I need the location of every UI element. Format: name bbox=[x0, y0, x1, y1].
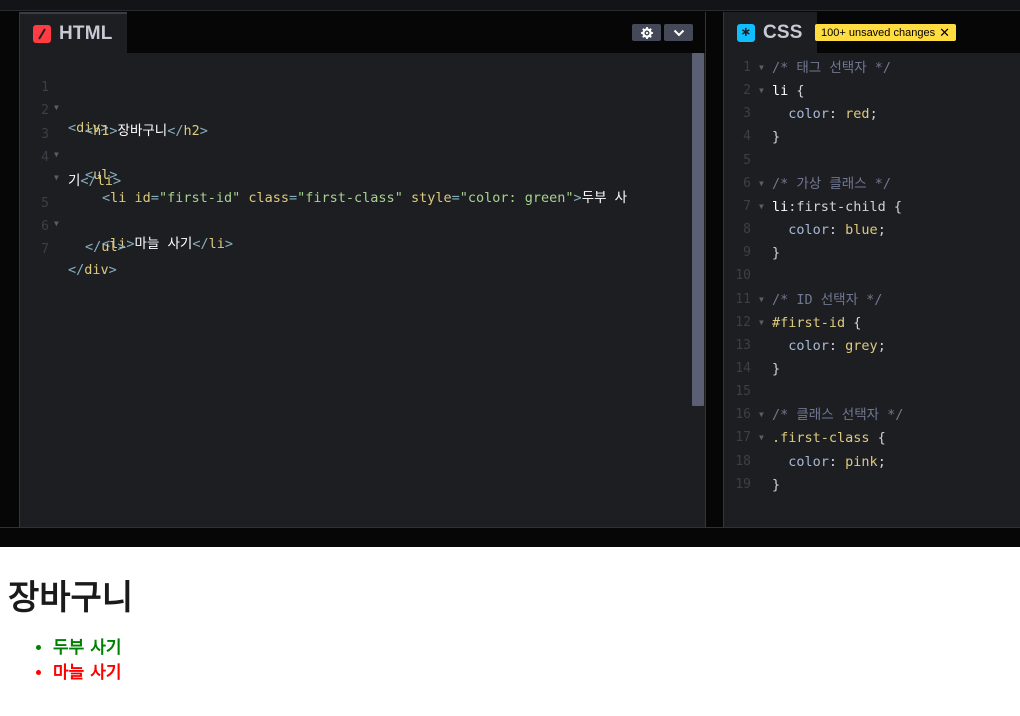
html-code-editor[interactable]: 1 ▼ <div> 2 <h1>장바구니</h2> 3 ▼ <ul> 4 ▼ <… bbox=[20, 53, 705, 527]
css-tab[interactable]: ∗ CSS bbox=[724, 12, 817, 53]
code-text: } bbox=[772, 360, 781, 377]
fold-arrow-icon[interactable]: ▼ bbox=[759, 405, 764, 425]
collapse-button[interactable] bbox=[664, 24, 693, 41]
line-number: 11 bbox=[735, 291, 751, 307]
code-text: /* 가상 클래스 */ bbox=[772, 175, 891, 192]
code-text: .first-class { bbox=[772, 430, 886, 447]
code-text: } bbox=[772, 476, 781, 493]
fold-arrow-icon[interactable]: ▼ bbox=[759, 174, 764, 194]
html-pane-controls bbox=[632, 24, 693, 41]
line-number: 12 bbox=[735, 314, 751, 330]
html-editor-pane: HTML 1 ▼ <div> 2 <h1>장바구니</h2> 3 ▼ <ul> … bbox=[19, 12, 705, 527]
html-pane-header: HTML bbox=[20, 12, 705, 53]
settings-button[interactable] bbox=[632, 24, 661, 41]
line-number: 8 bbox=[743, 222, 751, 238]
code-text: li:first-child { bbox=[772, 198, 903, 215]
html-tab[interactable]: HTML bbox=[20, 12, 127, 53]
fold-arrow-icon[interactable]: ▼ bbox=[759, 81, 764, 101]
code-line: 4 ▼ <li id="first-id" class="first-class… bbox=[20, 128, 627, 206]
line-number: 5 bbox=[743, 152, 751, 168]
line-number: 10 bbox=[735, 268, 751, 284]
line-number: 14 bbox=[735, 360, 751, 376]
line-number: 16 bbox=[735, 407, 751, 423]
html-editor-scrollbar[interactable] bbox=[692, 53, 704, 406]
code-text: /* 클래스 선택자 */ bbox=[772, 407, 904, 424]
line-number: 2 bbox=[743, 83, 751, 99]
code-line: 1 ▼ <div> bbox=[20, 58, 109, 136]
fold-arrow-icon[interactable]: ▼ bbox=[759, 290, 764, 310]
line-number: 17 bbox=[735, 430, 751, 446]
fold-arrow-icon[interactable]: ▼ bbox=[759, 428, 764, 448]
code-text: color: blue; bbox=[788, 222, 886, 239]
code-line: 5 ▼ <li>마늘 사기</li> bbox=[20, 174, 233, 252]
fold-arrow-icon[interactable]: ▼ bbox=[759, 197, 764, 217]
code-text: } bbox=[772, 129, 781, 146]
line-number: 19 bbox=[735, 476, 751, 492]
line-number: 9 bbox=[743, 245, 751, 261]
fold-arrow-icon[interactable]: ▼ bbox=[759, 313, 764, 333]
result-preview: 장바구니 두부 사기 마늘 사기 bbox=[0, 547, 1020, 716]
code-text: color: grey; bbox=[788, 337, 886, 354]
editor-top-bar bbox=[0, 0, 1020, 11]
line-number: 7 bbox=[743, 198, 751, 214]
code-text: color: red; bbox=[788, 106, 878, 123]
css-editor-pane: ∗ CSS 100+ unsaved changes ✕ 1 ▼ /* 태그 선택자… bbox=[723, 12, 1020, 527]
editor-area: HTML 1 ▼ <div> 2 <h1>장바구니</h2> 3 ▼ <ul> … bbox=[0, 0, 1020, 547]
html-slash-icon bbox=[33, 24, 51, 43]
code-text: li { bbox=[772, 83, 805, 100]
code-line: 7 </div> bbox=[20, 220, 117, 278]
gear-icon bbox=[640, 26, 653, 39]
css-pane-header: ∗ CSS 100+ unsaved changes ✕ bbox=[724, 12, 1020, 53]
line-number: 4 bbox=[743, 129, 751, 145]
code-line: 3 ▼ <ul> bbox=[20, 105, 117, 183]
asterisk-icon: ∗ bbox=[737, 23, 755, 42]
code-line-wrapped: 기</li> bbox=[68, 173, 122, 189]
css-code-editor[interactable]: 1 ▼ /* 태그 선택자 */ 2 ▼ li { 3 color: red; 4} 5 6 ▼ /*… bbox=[724, 53, 1020, 527]
line-number: 1 bbox=[743, 60, 751, 75]
code-line: 6 </ul> bbox=[20, 197, 126, 255]
code-text: color: pink; bbox=[788, 453, 886, 470]
line-number: 6 bbox=[743, 175, 751, 191]
list-item: 마늘 사기 bbox=[53, 661, 1020, 686]
editor-resize-bar[interactable] bbox=[0, 527, 1020, 547]
line-number: 3 bbox=[743, 106, 751, 122]
code-text: } bbox=[772, 245, 781, 262]
code-line: 2 <h1>장바구니</h2> bbox=[20, 81, 208, 139]
fold-arrow-icon[interactable]: ▼ bbox=[759, 58, 764, 78]
unsaved-changes-badge[interactable]: 100+ unsaved changes ✕ bbox=[815, 24, 956, 41]
unsaved-changes-text: 100+ unsaved changes bbox=[821, 26, 936, 39]
line-number: 15 bbox=[735, 384, 751, 400]
preview-list: 두부 사기 마늘 사기 bbox=[8, 636, 1020, 686]
code-text: /* 태그 선택자 */ bbox=[772, 60, 891, 76]
line-number: 13 bbox=[735, 337, 751, 353]
line-number: 7 bbox=[41, 242, 49, 257]
css-tab-label: CSS bbox=[763, 21, 803, 43]
code-text: /* ID 선택자 */ bbox=[772, 291, 883, 308]
list-item: 두부 사기 bbox=[53, 636, 1020, 661]
pane-resize-divider[interactable] bbox=[705, 12, 723, 527]
line-number: 18 bbox=[735, 453, 751, 469]
chevron-down-icon bbox=[673, 29, 684, 36]
code-text: #first-id { bbox=[772, 314, 862, 331]
html-tab-label: HTML bbox=[59, 22, 113, 44]
close-icon[interactable]: ✕ bbox=[939, 26, 950, 39]
preview-heading: 장바구니 bbox=[8, 578, 134, 618]
